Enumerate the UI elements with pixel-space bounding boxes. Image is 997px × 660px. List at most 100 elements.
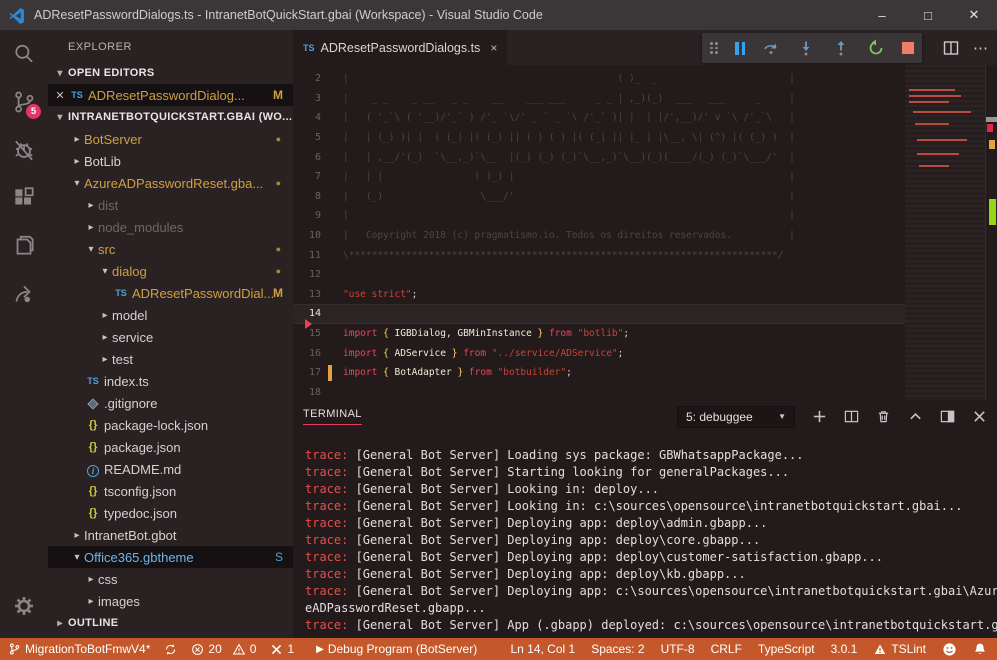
- tab-adresetpassworddialogs[interactable]: TS ADResetPasswordDialogs.ts ×: [293, 30, 507, 65]
- encoding-item[interactable]: UTF-8: [661, 642, 695, 656]
- tree-item-intranetbot-gbot[interactable]: ▸IntranetBot.gbot: [48, 524, 293, 546]
- tree-item-label: .gitignore: [104, 396, 157, 411]
- git-branch-item[interactable]: MigrationToBotFmwV4*: [8, 642, 150, 656]
- eol-item[interactable]: CRLF: [711, 642, 742, 656]
- toggle-panel-icon[interactable]: [940, 409, 955, 424]
- step-into-button[interactable]: [797, 39, 815, 57]
- new-terminal-icon[interactable]: [812, 409, 827, 424]
- line-number[interactable]: 12: [293, 269, 321, 280]
- line-number[interactable]: 16: [293, 348, 321, 359]
- tab-terminal[interactable]: TERMINAL: [303, 408, 362, 425]
- line-number[interactable]: 8: [293, 191, 321, 202]
- tree-item-images[interactable]: ▸images: [48, 590, 293, 612]
- code-text: | _ _ _ __ _ _ __ ___ ___ _ _ | ,_)(_) _…: [321, 93, 795, 104]
- tree-item-index-ts[interactable]: TSindex.ts: [48, 370, 293, 392]
- overview-ruler[interactable]: [985, 65, 997, 400]
- debug-toolbar-drag-handle[interactable]: [710, 42, 718, 54]
- documents-icon[interactable]: [0, 222, 48, 270]
- line-number[interactable]: 5: [293, 132, 321, 143]
- line-number[interactable]: 3: [293, 93, 321, 104]
- tree-item-test[interactable]: ▸test: [48, 348, 293, 370]
- close-button[interactable]: ✕: [951, 0, 997, 30]
- line-number[interactable]: 17: [293, 367, 321, 378]
- tree-item-botlib[interactable]: ▸BotLib: [48, 150, 293, 172]
- code-text: | ( '_`\ ( '__)/'_` ) /'_ `\/' _ ` _ `\ …: [321, 112, 795, 123]
- ts-file-icon: TS: [112, 288, 130, 298]
- close-icon[interactable]: ✕: [52, 89, 68, 102]
- pause-button[interactable]: [735, 42, 745, 55]
- settings-gear-icon[interactable]: [0, 582, 48, 630]
- close-panel-icon[interactable]: [972, 409, 987, 424]
- tree-item-src[interactable]: ▾src●: [48, 238, 293, 260]
- share-icon[interactable]: [0, 270, 48, 318]
- line-number[interactable]: 13: [293, 289, 321, 300]
- open-editors-header[interactable]: ▾ OPEN EDITORS: [48, 62, 293, 84]
- line-number[interactable]: 6: [293, 152, 321, 163]
- workspace-header[interactable]: ▾ INTRANETBOTQUICKSTART.GBAI (WO...: [48, 106, 293, 128]
- ts-version-item[interactable]: 3.0.1: [831, 642, 858, 656]
- tree-item-office365-gbtheme[interactable]: ▾Office365.gbthemeS: [48, 546, 293, 568]
- tree-item-dialog[interactable]: ▾dialog●: [48, 260, 293, 282]
- notifications-bell-icon[interactable]: [973, 642, 987, 656]
- terminal-select[interactable]: 5: debuggee ▼: [677, 406, 795, 428]
- line-number[interactable]: 9: [293, 210, 321, 221]
- problems-item[interactable]: 20 0: [191, 642, 256, 656]
- code-line-11: 11\*************************************…: [293, 245, 905, 265]
- ts-file-icon: TS: [68, 90, 86, 100]
- sync-item[interactable]: [164, 643, 177, 656]
- tree-item-typedoc-json[interactable]: {}typedoc.json: [48, 502, 293, 524]
- code-editor[interactable]: 2| ( )_ _ |3| _ _ _ __ _ _ __ ___ ___ _ …: [293, 65, 997, 400]
- cursor-position-item[interactable]: Ln 14, Col 1: [510, 642, 575, 656]
- tree-item-azureadpasswordreset-gba-[interactable]: ▾AzureADPasswordReset.gba...●: [48, 172, 293, 194]
- outline-header[interactable]: ▸ OUTLINE: [48, 612, 293, 634]
- json-file-icon: {}: [84, 485, 102, 497]
- debug-icon[interactable]: [0, 126, 48, 174]
- tree-item-package-json[interactable]: {}package.json: [48, 436, 293, 458]
- tree-item-readme-md[interactable]: iREADME.md: [48, 458, 293, 480]
- indentation-item[interactable]: Spaces: 2: [591, 642, 644, 656]
- tree-item-node-modules[interactable]: ▸node_modules: [48, 216, 293, 238]
- line-number[interactable]: 15: [293, 328, 321, 339]
- language-item[interactable]: TypeScript: [758, 642, 815, 656]
- scrollbar-thumb[interactable]: [986, 117, 997, 122]
- line-number[interactable]: 4: [293, 112, 321, 123]
- source-control-icon[interactable]: 5: [0, 78, 48, 126]
- open-editor-item[interactable]: ✕ TS ADResetPasswordDialog... M: [48, 84, 293, 106]
- maximize-panel-icon[interactable]: [908, 409, 923, 424]
- tab-close-icon[interactable]: ×: [490, 41, 497, 55]
- kill-terminal-icon[interactable]: [876, 409, 891, 424]
- tree-item-adresetpassworddial-[interactable]: TSADResetPasswordDial...M: [48, 282, 293, 304]
- line-number[interactable]: 18: [293, 387, 321, 398]
- extensions-icon[interactable]: [0, 174, 48, 222]
- line-number[interactable]: 11: [293, 250, 321, 261]
- terminal-output[interactable]: trace: [General Bot Server] Loading sys …: [293, 433, 997, 638]
- tree-item-package-lock-json[interactable]: {}package-lock.json: [48, 414, 293, 436]
- minimap[interactable]: [905, 65, 985, 400]
- tree-item-botserver[interactable]: ▸BotServer●: [48, 128, 293, 150]
- tools-item[interactable]: 1: [270, 642, 294, 656]
- line-number[interactable]: 2: [293, 73, 321, 84]
- step-out-button[interactable]: [832, 39, 850, 57]
- tree-item--gitignore[interactable]: .gitignore: [48, 392, 293, 414]
- more-actions-icon[interactable]: ⋯: [973, 39, 989, 57]
- minimize-button[interactable]: –: [859, 0, 905, 30]
- tree-item-tsconfig-json[interactable]: {}tsconfig.json: [48, 480, 293, 502]
- tree-item-label: service: [112, 330, 153, 345]
- tslint-item[interactable]: TSLint: [873, 642, 926, 656]
- line-number[interactable]: 10: [293, 230, 321, 241]
- step-over-button[interactable]: [762, 39, 780, 57]
- maximize-button[interactable]: □: [905, 0, 951, 30]
- tree-item-model[interactable]: ▸model: [48, 304, 293, 326]
- feedback-smiley-icon[interactable]: [942, 642, 957, 657]
- split-terminal-icon[interactable]: [844, 409, 859, 424]
- tab-title: ADResetPasswordDialogs.ts: [321, 41, 481, 55]
- line-number[interactable]: 7: [293, 171, 321, 182]
- search-icon[interactable]: [0, 30, 48, 78]
- tree-item-dist[interactable]: ▸dist: [48, 194, 293, 216]
- tree-item-service[interactable]: ▸service: [48, 326, 293, 348]
- debug-program-item[interactable]: ▶ Debug Program (BotServer): [316, 642, 477, 656]
- restart-button[interactable]: [867, 39, 885, 57]
- stop-button[interactable]: [902, 42, 914, 54]
- tree-item-css[interactable]: ▸css: [48, 568, 293, 590]
- split-editor-icon[interactable]: [943, 40, 959, 56]
